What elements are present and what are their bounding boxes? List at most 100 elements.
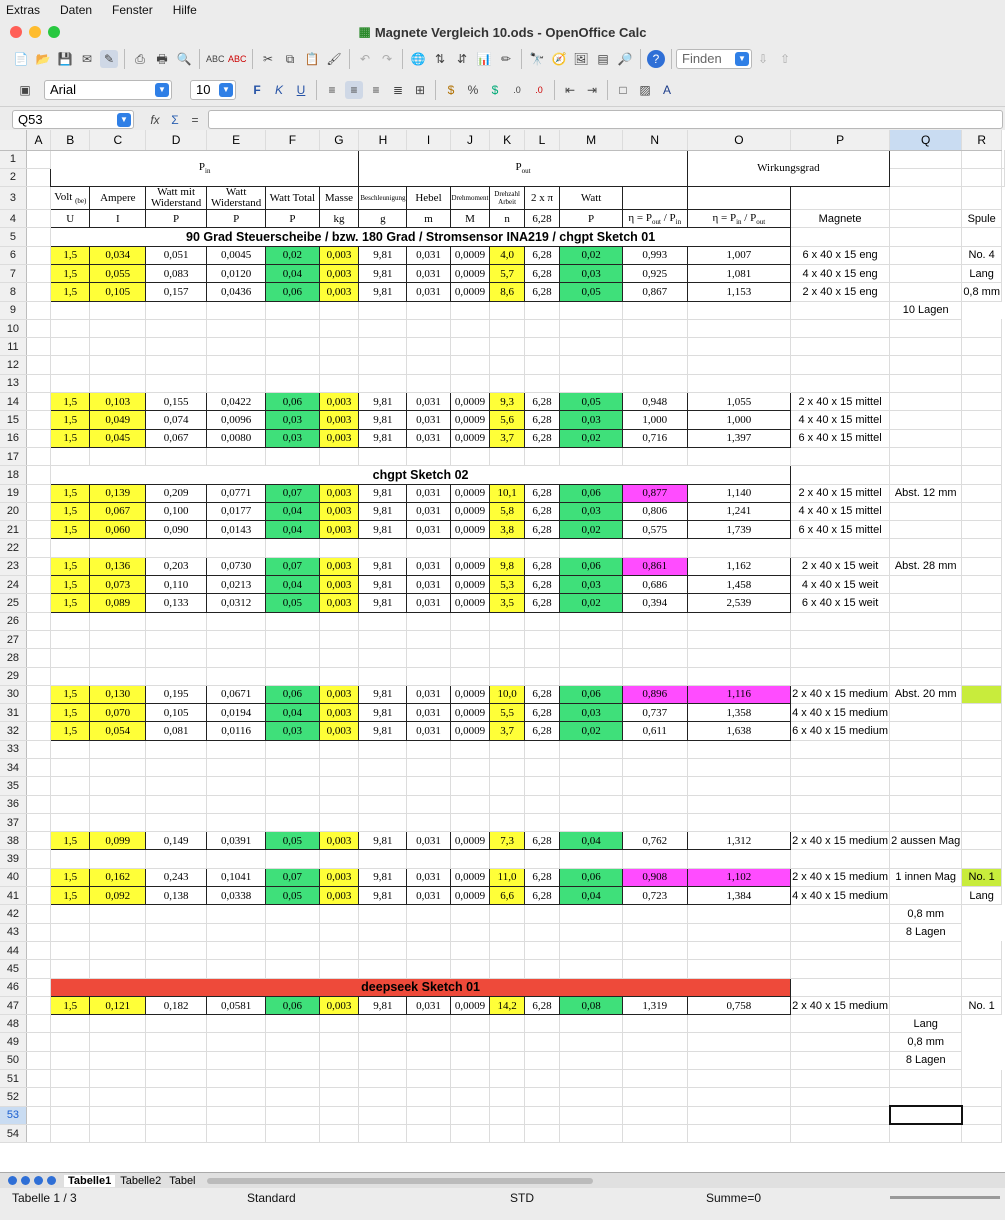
data-cell[interactable]: 6,28 xyxy=(523,392,561,412)
open-icon[interactable]: 📂 xyxy=(34,50,52,68)
row-header[interactable]: 30 xyxy=(0,685,27,705)
cell[interactable] xyxy=(406,630,451,650)
currency-icon[interactable]: $ xyxy=(442,81,460,99)
data-cell[interactable]: 6,28 xyxy=(523,684,561,705)
data-cell[interactable]: 1,5 xyxy=(50,245,91,265)
cell[interactable] xyxy=(489,1032,525,1052)
cell[interactable] xyxy=(489,667,525,686)
cell[interactable] xyxy=(622,1051,688,1071)
cell[interactable] xyxy=(406,904,451,924)
data-cell[interactable]: 0,07 xyxy=(265,483,320,503)
cell[interactable] xyxy=(559,941,623,961)
cell[interactable] xyxy=(961,667,1002,686)
cell[interactable] xyxy=(406,923,451,942)
cell[interactable] xyxy=(622,904,688,924)
cell[interactable] xyxy=(450,337,491,357)
data-cell[interactable]: 0,031 xyxy=(406,703,451,723)
cell[interactable] xyxy=(145,740,208,760)
cell[interactable] xyxy=(145,374,208,394)
cell[interactable] xyxy=(406,648,451,668)
cell[interactable] xyxy=(889,667,963,686)
cell[interactable] xyxy=(687,795,792,814)
data-cell[interactable]: 1,397 xyxy=(686,428,792,448)
cell[interactable] xyxy=(26,612,52,631)
row-header[interactable]: 37 xyxy=(0,813,27,833)
cell[interactable] xyxy=(358,795,408,814)
cell[interactable] xyxy=(26,813,52,833)
data-cell[interactable]: 6,28 xyxy=(523,501,561,522)
cell[interactable] xyxy=(26,795,52,814)
cell[interactable] xyxy=(687,941,792,961)
cell[interactable] xyxy=(687,319,792,339)
cell[interactable] xyxy=(89,630,147,650)
data-cell[interactable]: 1,241 xyxy=(686,501,792,522)
row-header[interactable]: 5 xyxy=(0,227,27,247)
cell[interactable] xyxy=(145,447,208,467)
selection-mode[interactable]: STD xyxy=(510,1191,534,1205)
data-cell[interactable]: 1,5 xyxy=(50,831,91,851)
cell[interactable] xyxy=(489,1014,525,1034)
data-cell[interactable]: 0,003 xyxy=(318,483,360,503)
data-cell[interactable]: 0,0338 xyxy=(206,886,267,906)
data-cell[interactable]: 6,28 xyxy=(523,556,561,577)
zoom-icon[interactable]: 🔎 xyxy=(616,50,634,68)
data-cell[interactable]: 5,7 xyxy=(489,263,525,284)
row-header[interactable]: 41 xyxy=(0,886,27,906)
data-cell[interactable]: 0,003 xyxy=(318,593,360,613)
cell[interactable] xyxy=(790,923,891,942)
cell[interactable] xyxy=(89,959,147,979)
cell[interactable] xyxy=(687,923,792,942)
cell[interactable] xyxy=(50,301,91,320)
data-cell[interactable]: 6,28 xyxy=(523,282,561,302)
cell[interactable] xyxy=(206,776,267,796)
cell[interactable] xyxy=(406,337,451,357)
data-cell[interactable]: 9,8 xyxy=(489,556,525,577)
cell[interactable] xyxy=(50,648,91,668)
header-cell[interactable] xyxy=(621,186,688,211)
cell[interactable] xyxy=(358,1087,408,1107)
cell[interactable] xyxy=(889,849,963,869)
data-cell[interactable]: 0,051 xyxy=(145,245,208,265)
data-cell[interactable]: 0,993 xyxy=(621,245,688,265)
note-cell[interactable]: 1 innen Mag xyxy=(889,868,963,888)
data-cell[interactable]: 9,81 xyxy=(358,410,408,430)
cell[interactable] xyxy=(622,648,688,668)
next-sheet-icon[interactable] xyxy=(34,1176,43,1185)
cell[interactable] xyxy=(145,301,208,320)
row-header[interactable]: 38 xyxy=(0,831,27,851)
cell[interactable] xyxy=(358,923,408,942)
data-cell[interactable]: 1,5 xyxy=(50,867,91,888)
cell[interactable] xyxy=(559,959,623,979)
cell[interactable] xyxy=(622,337,688,357)
header-cell[interactable]: 2 x π xyxy=(523,186,561,211)
magnete-cell[interactable]: 4 x 40 x 15 weit xyxy=(790,575,891,595)
data-cell[interactable]: 0,003 xyxy=(318,867,360,888)
cell[interactable] xyxy=(50,1051,91,1071)
cell[interactable] xyxy=(26,1032,52,1052)
cell[interactable] xyxy=(50,904,91,924)
cell[interactable] xyxy=(358,1051,408,1071)
italic-icon[interactable]: K xyxy=(270,81,288,99)
data-cell[interactable]: 1,5 xyxy=(50,501,91,522)
cell[interactable] xyxy=(206,849,267,869)
cell[interactable] xyxy=(358,648,408,668)
cell[interactable] xyxy=(790,337,891,357)
data-cell[interactable]: 0,877 xyxy=(621,483,688,503)
row-header[interactable]: 42 xyxy=(0,904,27,924)
cell[interactable] xyxy=(889,648,963,668)
cell[interactable] xyxy=(889,374,963,394)
cell[interactable] xyxy=(687,1014,792,1034)
cell[interactable] xyxy=(889,150,963,169)
cell[interactable] xyxy=(26,630,52,650)
column-header[interactable]: L xyxy=(524,130,561,151)
cell[interactable] xyxy=(26,959,52,979)
cell[interactable] xyxy=(622,612,688,631)
cell[interactable] xyxy=(450,355,491,375)
data-cell[interactable]: 0,06 xyxy=(265,684,320,705)
magnete-header[interactable]: Magnete xyxy=(790,209,891,229)
cell[interactable] xyxy=(50,1014,91,1034)
spule-cell[interactable]: 0,8 mm xyxy=(889,1032,963,1052)
menu-extras[interactable]: Extras xyxy=(6,3,40,17)
note-cell[interactable] xyxy=(889,282,963,302)
cell[interactable] xyxy=(26,685,52,705)
